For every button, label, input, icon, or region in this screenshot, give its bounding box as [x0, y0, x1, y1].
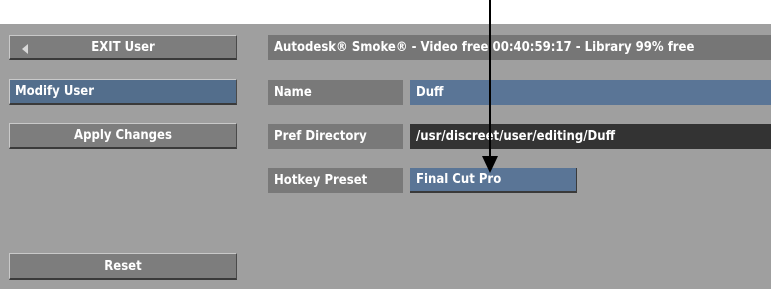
name-label: Name — [268, 80, 403, 105]
reset-button[interactable]: Reset — [9, 253, 237, 280]
user-setup-panel — [0, 24, 771, 289]
name-field[interactable]: Duff — [410, 80, 771, 105]
status-bar: Autodesk® Smoke® - Video free 00:40:59:1… — [268, 35, 771, 60]
pref-directory-label: Pref Directory — [268, 124, 403, 149]
left-triangle-icon — [22, 44, 28, 54]
reset-label: Reset — [104, 258, 142, 274]
exit-user-label: EXIT User — [91, 39, 155, 55]
pref-directory-field[interactable]: /usr/discreet/user/editing/Duff — [410, 124, 771, 149]
apply-changes-button[interactable]: Apply Changes — [9, 123, 237, 149]
hotkey-preset-label: Hotkey Preset — [268, 168, 403, 193]
modify-user-label: Modify User — [15, 84, 94, 99]
callout-arrow — [482, 0, 498, 173]
exit-user-button[interactable]: EXIT User — [9, 35, 237, 60]
apply-changes-label: Apply Changes — [74, 128, 172, 143]
modify-user-button[interactable]: Modify User — [9, 79, 237, 105]
